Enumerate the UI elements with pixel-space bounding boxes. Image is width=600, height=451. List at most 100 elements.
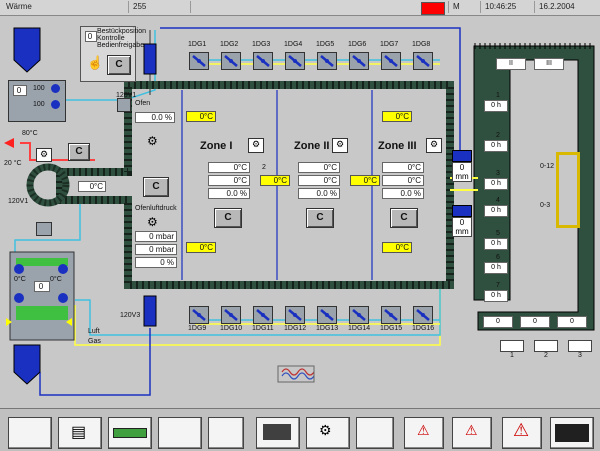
fan-bottom-label: 1DG9 [188,325,207,332]
fan-bottom-2[interactable] [221,306,241,324]
unloader-pump-icon-2 [58,264,68,274]
loader-panel: 0 Bestückposition Kontrolle Bedienfreiga… [80,26,146,82]
conveyor-item-slot[interactable]: 0 h [484,178,508,190]
conveyor-top-slot-2: III [534,58,564,70]
zone-1-temp-act: 0°C [208,175,250,186]
gate-label-1: 0-12 [540,163,555,170]
fan-top-label: 1DG3 [252,41,271,48]
zone-3-title: Zone III [378,140,417,152]
left-yellow-bottom: 0°C [186,242,216,253]
bottom-mark-1: 1 [510,352,514,359]
tank-pump-icon-b [51,100,60,109]
zone-1-fan-icon[interactable]: ⚙ [248,138,264,153]
toolbar-button-5[interactable] [208,417,244,449]
fan-bottom-4[interactable] [285,306,305,324]
toolbar-pressure-button[interactable]: ⚙ [306,417,350,449]
toolbar-button-1[interactable] [8,417,52,449]
fan-bottom-label: 1DG15 [380,325,403,332]
fan-bottom-8[interactable] [413,306,433,324]
print-icon: ▤ [71,424,87,441]
unloader-pump-icon-4 [58,293,68,303]
unloader-pump-icon-1 [14,264,24,274]
loader-title-2: Kontrolle [97,35,125,42]
silo-top [13,27,41,73]
toolbar-conveyor-button[interactable] [108,417,152,449]
conveyor-item-number: 2 [496,132,500,139]
bottom-box-2 [534,340,558,352]
pressure-gauge-icon[interactable]: ⚙ [147,215,158,229]
fan-bottom-5[interactable] [317,306,337,324]
blower-icon[interactable] [36,222,52,236]
fan-bottom-7[interactable] [381,306,401,324]
conveyor-item-number: 3 [496,170,500,177]
exit-gate-top[interactable] [452,150,472,162]
bottom-box-1 [500,340,524,352]
toolbar-button-4[interactable] [158,417,202,449]
oven-left-panel-top: Ofen 0.0 % ⚙ [133,100,177,160]
fan-bottom-label: 1DG16 [412,325,435,332]
fan-top-5[interactable] [317,52,337,70]
loader-button[interactable]: C [107,55,131,75]
conveyor-item-slot[interactable]: 0 h [484,140,508,152]
conveyor-item-slot[interactable]: 0 h [484,238,508,250]
conveyor-item-slot[interactable]: 0 h [484,262,508,274]
unloader-value: 0 [34,281,50,292]
hand-icon[interactable]: ☝ [87,55,103,71]
oven-speed-value: 0.0 % [135,112,175,123]
conveyor-item-slot[interactable]: 0 h [484,205,508,217]
fan-top-3[interactable] [253,52,273,70]
fan-top-6[interactable] [349,52,369,70]
heater-button[interactable]: C [68,143,90,161]
zone-1-temp-set: 0°C [208,162,250,173]
fan-top-label: 1DG2 [220,41,239,48]
exit-gate-bottom[interactable] [452,205,472,217]
toolbar-machine-button[interactable] [256,417,300,449]
toolbar-warning-button[interactable]: ⚠ [502,417,542,449]
toolbar-settings-button[interactable] [550,417,594,449]
oven-pressure-label: Ofenluftdruck [135,205,177,212]
conveyor-item-slot[interactable]: 0 h [484,100,508,112]
conveyor-bottom-slot-1: 0 [483,316,513,328]
zone-3-fan-icon[interactable]: ⚙ [426,138,442,153]
speed-gauge-icon[interactable]: ⚙ [147,134,158,148]
transfer-gate[interactable] [556,152,580,228]
bottom-mark-3: 3 [578,352,582,359]
toolbar-warning-edit-button[interactable]: ⚠ [452,417,492,449]
unloader-valve [143,295,157,327]
zone-2-title: Zone II [294,140,330,152]
fan-top-2[interactable] [221,52,241,70]
fan-top-1[interactable] [189,52,209,70]
heater-fan-icon[interactable]: ⚙ [36,148,52,162]
oven-pressure-value-2: 0 mbar [135,244,177,255]
fan-bottom-3[interactable] [253,306,273,324]
toolbar-warning-list-button[interactable]: ⚠ [404,417,444,449]
zone-1-button[interactable]: C [214,208,242,228]
toolbar-button-8[interactable] [356,417,394,449]
fan-top-7[interactable] [381,52,401,70]
loader-damper-icon[interactable] [117,98,131,112]
conveyor-item-slot[interactable]: 0 h [484,290,508,302]
fan-bottom-1[interactable] [189,306,209,324]
zone-3-button[interactable]: C [390,208,418,228]
fan-top-4[interactable] [285,52,305,70]
zone-2-fan-icon[interactable]: ⚙ [332,138,348,153]
fan-bottom-label: 1DG12 [284,325,307,332]
fan-bottom-label: 1DG13 [316,325,339,332]
conveyor-item-number: 6 [496,254,500,261]
fan-top-label: 1DG7 [380,41,399,48]
zone1-yellow-top: 0°C [186,111,216,122]
fan-top-8[interactable] [413,52,433,70]
unloader-pump-icon-3 [14,293,24,303]
top-tank: 0 100 100 [8,80,66,122]
conveyor-item-number: 5 [496,230,500,237]
oven-button[interactable]: C [143,177,169,197]
tank-value-a: 100 [33,85,45,92]
zone-2-yellow-side: 0°C [350,175,380,186]
toolbar-print-button[interactable]: ▤ [58,417,102,449]
tank-pump-icon-a [51,84,60,93]
hot-air-arrow [4,138,14,148]
bottom-mark-2: 2 [544,352,548,359]
fan-bottom-6[interactable] [349,306,369,324]
conveyor-top-slot-1: II [496,58,526,70]
zone-2-button[interactable]: C [306,208,334,228]
